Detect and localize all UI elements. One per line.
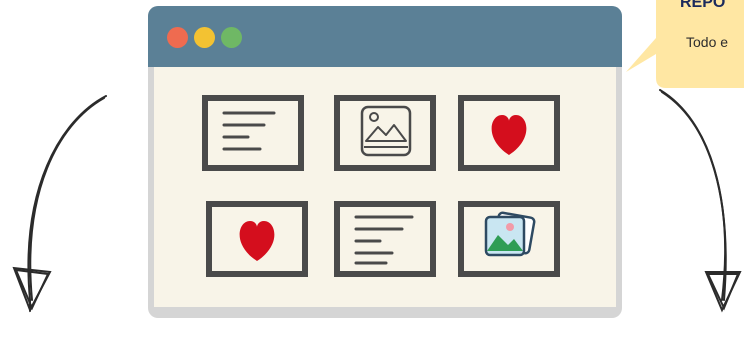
callout-text: Todo e [686,34,729,50]
browser-window [148,6,622,318]
callout-title: REPO [680,0,726,11]
left-curved-arrow [12,95,107,313]
heart-card[interactable] [458,95,560,171]
maximize-dot-icon[interactable] [221,27,242,48]
window-titlebar [148,6,622,67]
text-lines-icon [354,215,414,265]
text-card[interactable] [202,95,304,171]
heart-card[interactable] [206,201,308,277]
image-icon [360,105,412,157]
right-curved-arrow [659,89,742,313]
photo-card[interactable] [458,201,560,277]
window-content [154,67,616,307]
text-card[interactable] [334,201,436,277]
text-lines-icon [222,111,276,151]
minimize-dot-icon[interactable] [194,27,215,48]
heart-icon [491,115,527,155]
close-dot-icon[interactable] [167,27,188,48]
image-card[interactable] [334,95,436,171]
photo-stack-icon [484,211,536,257]
heart-icon [239,221,275,261]
